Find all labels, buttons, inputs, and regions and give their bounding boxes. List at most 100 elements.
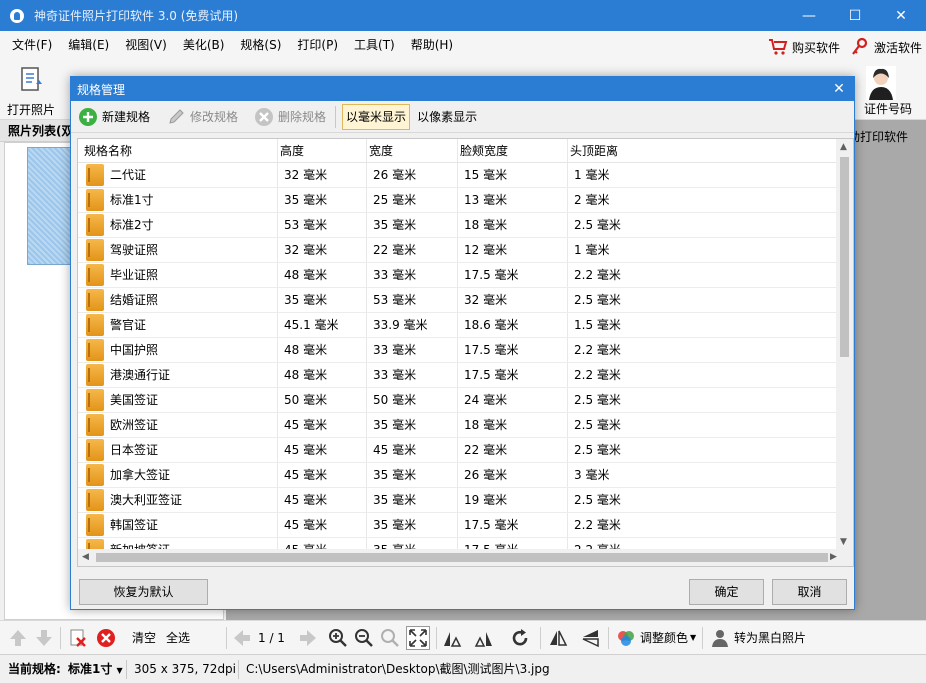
refresh-button[interactable]: [510, 621, 534, 655]
zoom-in-button[interactable]: [328, 621, 352, 655]
cell-head-top: 2.2 毫米: [574, 368, 621, 382]
folder-icon: [86, 189, 104, 211]
folder-icon: [86, 514, 104, 536]
cell-face-width: 24 毫米: [458, 388, 568, 412]
flip-horizontal-button[interactable]: [548, 621, 572, 655]
cell-width: 26 毫米: [367, 163, 458, 187]
table-row[interactable]: 日本签证 45 毫米 45 毫米 22 毫米 2.5 毫米: [78, 438, 838, 463]
table-row[interactable]: 加拿大签证 45 毫米 35 毫米 26 毫米 3 毫米: [78, 463, 838, 488]
menu-view[interactable]: 视图(V): [117, 31, 175, 60]
table-row[interactable]: 欧洲签证 45 毫米 35 毫米 18 毫米 2.5 毫米: [78, 413, 838, 438]
scroll-down-arrow-icon[interactable]: ▼: [840, 537, 847, 547]
table-row[interactable]: 韩国签证 45 毫米 35 毫米 17.5 毫米 2.2 毫米: [78, 513, 838, 538]
bottom-toolbar: 清空 全选 1 / 1 调整颜色 ▼ 转为黑白照片: [0, 620, 926, 654]
spec-manager-dialog: 规格管理 ✕ 新建规格 修改规格 删除规格 以毫米显示 以像素显示 规格名称 高…: [70, 76, 855, 610]
rotate-left-button[interactable]: [442, 621, 466, 655]
scroll-up-arrow-icon[interactable]: ▲: [840, 142, 847, 152]
ok-button[interactable]: 确定: [689, 579, 764, 605]
delete-circle-red-icon: [97, 628, 115, 647]
new-spec-button[interactable]: 新建规格: [75, 104, 153, 130]
next-page-button[interactable]: [298, 621, 322, 655]
menu-file[interactable]: 文件(F): [4, 31, 60, 60]
table-row[interactable]: 澳大利亚签证 45 毫米 35 毫米 19 毫米 2.5 毫米: [78, 488, 838, 513]
cell-head-top: 2.5 毫米: [574, 293, 621, 307]
edit-spec-label: 修改规格: [190, 110, 239, 124]
table-row[interactable]: 二代证 32 毫米 26 毫米 15 毫米 1 毫米: [78, 163, 838, 188]
menu-beautify[interactable]: 美化(B): [175, 31, 233, 60]
cell-height: 45 毫米: [278, 413, 367, 437]
delete-spec-button[interactable]: 删除规格: [251, 104, 329, 130]
bottom-separator: [60, 627, 61, 649]
to-bw-label: 转为黑白照片: [734, 631, 807, 645]
cell-height: 45 毫米: [278, 463, 367, 487]
prev-page-button[interactable]: [232, 621, 256, 655]
column-header-head-top[interactable]: 头顶距离: [568, 139, 838, 162]
edit-spec-button[interactable]: 修改规格: [163, 104, 241, 130]
zoom-in-icon: [329, 628, 347, 647]
column-header-name[interactable]: 规格名称: [78, 139, 278, 162]
buy-software-button[interactable]: 购买软件: [768, 37, 840, 57]
table-row[interactable]: 驾驶证照 32 毫米 22 毫米 12 毫米 1 毫米: [78, 238, 838, 263]
remove-photo-button[interactable]: [68, 621, 92, 655]
minimize-button[interactable]: —: [786, 0, 832, 31]
cell-width: 33 毫米: [367, 363, 458, 387]
clear-button[interactable]: 清空: [132, 621, 156, 655]
scroll-right-arrow-icon[interactable]: ▶: [830, 552, 837, 562]
rotate-right-button[interactable]: [474, 621, 498, 655]
window-title: 神奇证件照片打印软件 3.0 (免费试用): [34, 9, 239, 23]
column-header-width[interactable]: 宽度: [367, 139, 458, 162]
zoom-actual-button[interactable]: [380, 621, 404, 655]
menu-help[interactable]: 帮助(H): [403, 31, 461, 60]
flip-vertical-button[interactable]: [580, 621, 604, 655]
horizontal-scroll-thumb[interactable]: [96, 553, 828, 562]
vertical-scrollbar[interactable]: ▲ ▼: [836, 139, 853, 551]
table-row[interactable]: 毕业证照 48 毫米 33 毫米 17.5 毫米 2.2 毫米: [78, 263, 838, 288]
table-row[interactable]: 美国签证 50 毫米 50 毫米 24 毫米 2.5 毫米: [78, 388, 838, 413]
zoom-out-button[interactable]: [354, 621, 378, 655]
restore-default-button[interactable]: 恢复为默认: [79, 579, 208, 605]
table-row[interactable]: 中国护照 48 毫米 33 毫米 17.5 毫米 2.2 毫米: [78, 338, 838, 363]
menu-spec[interactable]: 规格(S): [232, 31, 289, 60]
move-up-button[interactable]: [8, 621, 32, 655]
zoom-out-icon: [355, 628, 373, 647]
cell-name: 港澳通行证: [78, 363, 278, 387]
table-row[interactable]: 标准1寸 35 毫米 25 毫米 13 毫米 2 毫米: [78, 188, 838, 213]
horizontal-scrollbar[interactable]: ◀ ▶: [78, 549, 853, 566]
fit-window-button[interactable]: [406, 621, 434, 655]
column-header-height[interactable]: 高度: [278, 139, 367, 162]
vertical-scroll-thumb[interactable]: [840, 157, 849, 357]
adjust-color-button[interactable]: 调整颜色 ▼: [616, 621, 696, 655]
cell-face-width: 18.6 毫米: [458, 313, 568, 337]
scroll-left-arrow-icon[interactable]: ◀: [82, 552, 89, 562]
status-separator: [238, 660, 239, 679]
dialog-close-button[interactable]: ✕: [828, 79, 850, 99]
color-palette-icon: [618, 630, 634, 646]
menu-print[interactable]: 打印(P): [289, 31, 346, 60]
cancel-button[interactable]: 取消: [772, 579, 847, 605]
open-photo-button[interactable]: 打开照片: [2, 64, 60, 117]
table-row[interactable]: 警官证 45.1 毫米 33.9 毫米 18.6 毫米 1.5 毫米: [78, 313, 838, 338]
current-spec-dropdown[interactable]: 标准1寸 ▼: [68, 655, 123, 683]
cell-face-width: 19 毫米: [458, 488, 568, 512]
table-row[interactable]: 港澳通行证 48 毫米 33 毫米 17.5 毫米 2.2 毫米: [78, 363, 838, 388]
column-header-face-width[interactable]: 脸颊宽度: [458, 139, 568, 162]
activate-software-button[interactable]: 激活软件: [850, 37, 922, 57]
delete-all-button[interactable]: [96, 621, 120, 655]
cell-height: 45 毫米: [278, 488, 367, 512]
table-row[interactable]: 结婚证照 35 毫米 53 毫米 32 毫米 2.5 毫米: [78, 288, 838, 313]
menu-tools[interactable]: 工具(T): [346, 31, 403, 60]
cell-width: 22 毫米: [367, 238, 458, 262]
add-circle-icon: [79, 107, 97, 126]
menu-edit[interactable]: 编辑(E): [60, 31, 117, 60]
id-number-label: 证件号码: [863, 102, 912, 116]
to-bw-button[interactable]: 转为黑白照片: [710, 621, 806, 655]
select-all-button[interactable]: 全选: [166, 621, 190, 655]
display-mm-toggle[interactable]: 以毫米显示: [342, 103, 411, 130]
activate-software-label: 激活软件: [874, 40, 923, 55]
close-button[interactable]: ✕: [878, 0, 924, 31]
display-px-toggle[interactable]: 以像素显示: [414, 104, 480, 130]
move-down-button[interactable]: [34, 621, 58, 655]
cell-width: 53 毫米: [367, 288, 458, 312]
table-row[interactable]: 标准2寸 53 毫米 35 毫米 18 毫米 2.5 毫米: [78, 213, 838, 238]
maximize-button[interactable]: ☐: [832, 0, 878, 31]
